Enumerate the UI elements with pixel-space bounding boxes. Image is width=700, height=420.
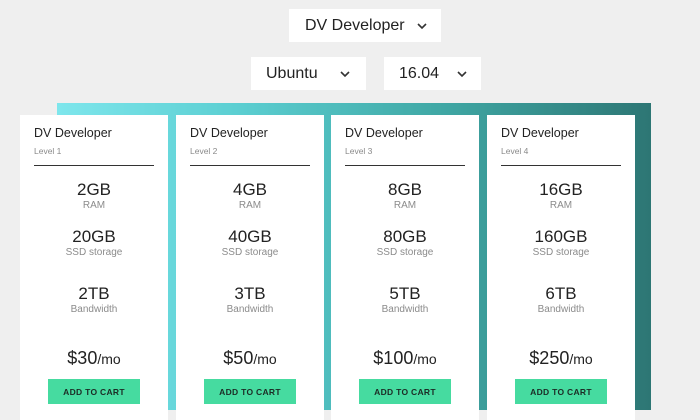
price-amount: $30 [67,348,98,368]
bandwidth-label: Bandwidth [381,304,429,315]
price-amount: $50 [223,348,254,368]
divider [501,165,621,166]
version-select[interactable]: 16.04 [384,57,481,90]
ssd-label: SSD storage [376,247,434,258]
add-to-cart-button[interactable]: ADD TO CART [359,379,451,404]
bandwidth-spec: 3TB Bandwidth [176,285,324,316]
add-to-cart-button[interactable]: ADD TO CART [48,379,140,404]
ssd-value: 160GB [534,227,588,246]
plan-select[interactable]: DV Developer [289,9,441,42]
os-select-value: Ubuntu [266,64,318,82]
add-to-cart-button[interactable]: ADD TO CART [515,379,607,404]
ram-value: 4GB [232,180,268,199]
plan-card-level-1: DV Developer Level 1 2GB RAM 20GB SSD st… [20,115,168,420]
price: $50/mo [176,348,324,369]
bandwidth-spec: 5TB Bandwidth [331,285,479,316]
os-select[interactable]: Ubuntu [251,57,366,90]
divider [345,165,465,166]
price-period: /mo [253,351,277,367]
bandwidth-value: 5TB [389,284,421,303]
ssd-spec: 160GB SSD storage [487,228,635,259]
plan-card-level-3: DV Developer Level 3 8GB RAM 80GB SSD st… [331,115,479,420]
bandwidth-label: Bandwidth [70,304,118,315]
plan-name: DV Developer [345,126,423,140]
ram-label: RAM [393,200,417,211]
ssd-label: SSD storage [65,247,123,258]
bandwidth-value: 2TB [78,284,110,303]
ram-value: 16GB [539,180,583,199]
version-select-value: 16.04 [399,64,440,82]
plan-level: Level 2 [190,146,218,156]
price-period: /mo [97,351,121,367]
ssd-spec: 80GB SSD storage [331,228,479,259]
ram-label: RAM [238,200,262,211]
price-amount: $100 [373,348,414,368]
ssd-label: SSD storage [532,247,590,258]
plan-select-value: DV Developer [305,16,405,34]
ram-label: RAM [82,200,106,211]
bandwidth-value: 3TB [234,284,266,303]
ssd-value: 40GB [228,227,272,246]
plan-card-level-2: DV Developer Level 2 4GB RAM 40GB SSD st… [176,115,324,420]
ram-spec: 8GB RAM [331,181,479,212]
bandwidth-value: 6TB [545,284,577,303]
divider [34,165,154,166]
ssd-spec: 20GB SSD storage [20,228,168,259]
plan-level: Level 3 [345,146,373,156]
price-period: /mo [569,351,593,367]
price-amount: $250 [529,348,570,368]
plan-name: DV Developer [34,126,112,140]
chevron-down-icon [457,70,467,77]
plan-card-level-4: DV Developer Level 4 16GB RAM 160GB SSD … [487,115,635,420]
bandwidth-spec: 2TB Bandwidth [20,285,168,316]
plan-level: Level 1 [34,146,62,156]
price: $100/mo [331,348,479,369]
chevron-down-icon [340,70,350,77]
add-to-cart-button[interactable]: ADD TO CART [204,379,296,404]
bandwidth-spec: 6TB Bandwidth [487,285,635,316]
ram-label: RAM [549,200,573,211]
ram-value: 8GB [387,180,423,199]
price: $30/mo [20,348,168,369]
chevron-down-icon [417,22,427,29]
ssd-value: 20GB [72,227,116,246]
price-period: /mo [413,351,437,367]
plan-name: DV Developer [501,126,579,140]
ssd-spec: 40GB SSD storage [176,228,324,259]
ssd-label: SSD storage [221,247,279,258]
ram-spec: 2GB RAM [20,181,168,212]
bandwidth-label: Bandwidth [537,304,585,315]
ssd-value: 80GB [383,227,427,246]
plan-name: DV Developer [190,126,268,140]
bandwidth-label: Bandwidth [226,304,274,315]
ram-spec: 4GB RAM [176,181,324,212]
plan-level: Level 4 [501,146,529,156]
ram-value: 2GB [76,180,112,199]
ram-spec: 16GB RAM [487,181,635,212]
divider [190,165,310,166]
price: $250/mo [487,348,635,369]
